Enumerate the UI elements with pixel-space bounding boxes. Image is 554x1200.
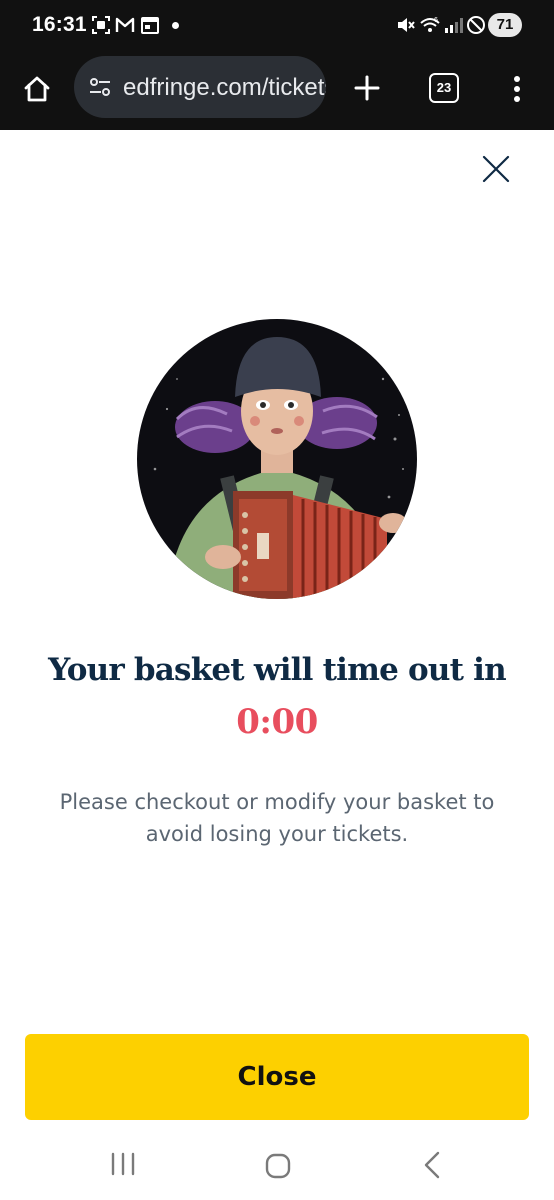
- countdown-timer: 0:00: [236, 702, 318, 742]
- status-bar: 16:31 6 71: [0, 0, 554, 52]
- screenshot-icon: [92, 16, 110, 34]
- browser-toolbar: edfringe.com/tickets 23: [0, 52, 554, 130]
- home-icon: [24, 76, 50, 102]
- new-tab-button[interactable]: [349, 70, 385, 106]
- more-vert-icon: [514, 76, 520, 102]
- status-time: 16:31: [32, 13, 87, 36]
- back-icon[interactable]: [420, 1150, 444, 1180]
- battery-indicator: 71: [488, 13, 522, 37]
- home-circle-icon[interactable]: [264, 1152, 292, 1180]
- calendar-icon: [141, 17, 159, 34]
- close-button[interactable]: Close: [25, 1034, 529, 1120]
- timeout-message: Please checkout or modify your basket to…: [59, 790, 495, 846]
- gmail-icon: [115, 17, 135, 32]
- signal-icon: [445, 18, 463, 33]
- tab-switcher-button[interactable]: 23: [429, 73, 459, 103]
- site-settings-icon[interactable]: [88, 76, 112, 98]
- notification-dot: [172, 22, 179, 29]
- url-text: edfringe.com/tickets: [123, 74, 326, 101]
- wifi-icon: 6: [420, 17, 440, 32]
- mute-icon: [398, 18, 415, 32]
- browser-home-button[interactable]: [18, 70, 56, 108]
- address-bar[interactable]: edfringe.com/tickets: [74, 56, 326, 118]
- close-icon[interactable]: [478, 151, 514, 187]
- browser-menu-button[interactable]: [504, 72, 530, 106]
- show-image: [137, 319, 417, 599]
- svg-text:6: 6: [434, 17, 438, 24]
- tab-count: 23: [436, 80, 452, 95]
- recents-icon[interactable]: [108, 1150, 138, 1178]
- accordion-performer-image: [137, 319, 417, 599]
- dnd-icon: [467, 16, 485, 34]
- timeout-title: Your basket will time out in: [48, 652, 507, 688]
- plus-icon: [354, 75, 380, 101]
